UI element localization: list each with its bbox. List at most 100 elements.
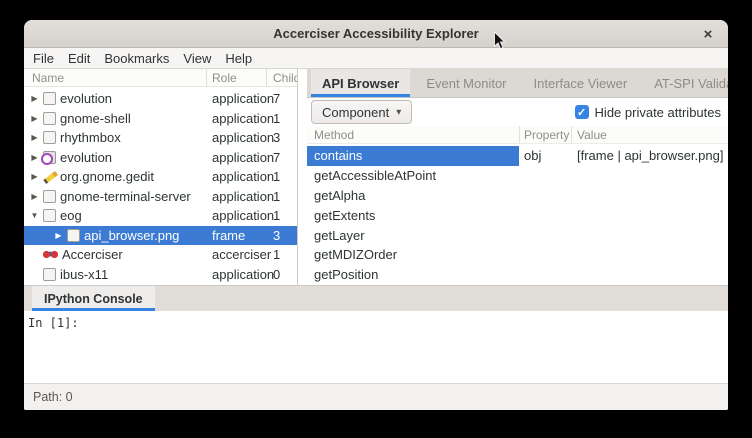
- plugin-panel: API Browser Event Monitor Interface View…: [307, 69, 728, 285]
- tree-row-children: 1: [266, 247, 297, 262]
- expander-collapsed-icon[interactable]: ▶: [52, 231, 65, 240]
- tree-row-name: ibus-x11: [60, 267, 108, 282]
- tree-row[interactable]: ibus-x11 application 0: [24, 265, 297, 285]
- expander-collapsed-icon[interactable]: ▶: [28, 133, 41, 142]
- method-row[interactable]: getExtents: [307, 205, 728, 225]
- method-name: getAccessibleAtPoint: [307, 166, 519, 186]
- column-header-name[interactable]: Name: [24, 69, 206, 86]
- blank-page-icon: [43, 209, 56, 222]
- tree-rows: ▶ evolution application 7 ▶gnome-shell ap…: [24, 87, 297, 285]
- tree-row-name: eog: [60, 208, 82, 223]
- window-title: Accerciser Accessibility Explorer: [273, 26, 478, 41]
- expander-collapsed-icon[interactable]: ▶: [28, 153, 41, 162]
- column-header-children[interactable]: Children: [266, 69, 297, 86]
- titlebar[interactable]: Accerciser Accessibility Explorer ×: [24, 20, 728, 48]
- expander-collapsed-icon[interactable]: ▶: [28, 172, 41, 181]
- tree-row-children: 7: [266, 150, 297, 165]
- method-property: [519, 265, 571, 285]
- tree-row-role: application: [206, 169, 266, 184]
- method-name: getLayer: [307, 225, 519, 245]
- statusbar-path: Path: 0: [33, 390, 73, 404]
- tree-row-role: application: [206, 111, 266, 126]
- expander-expanded-icon[interactable]: ▼: [28, 211, 41, 220]
- method-row-selected[interactable]: contains obj [frame | api_browser.png]: [307, 146, 728, 166]
- checkbox-checked-icon[interactable]: ✓: [575, 105, 589, 119]
- tab-event-monitor[interactable]: Event Monitor: [415, 69, 517, 97]
- tree-row-role: application: [206, 91, 266, 106]
- column-header-method[interactable]: Method: [307, 126, 519, 143]
- tree-row-role: application: [206, 267, 266, 282]
- tree-row[interactable]: ▶ evolution application 7: [24, 89, 297, 109]
- method-row[interactable]: getMDIZOrder: [307, 245, 728, 265]
- expander-collapsed-icon[interactable]: ▶: [28, 114, 41, 123]
- menu-file[interactable]: File: [26, 51, 61, 66]
- ipython-console-input[interactable]: In [1]:: [24, 311, 728, 383]
- tree-row-children: 0: [266, 267, 297, 282]
- tree-row-name: api_browser.png: [84, 228, 179, 243]
- tab-interface-viewer[interactable]: Interface Viewer: [523, 69, 639, 97]
- method-value: [571, 205, 728, 225]
- tab-at-spi-validator[interactable]: AT-SPI Validator: [643, 69, 728, 97]
- api-browser-toolbar: Component ▾ ✓ Hide private attributes: [307, 98, 728, 126]
- method-property: [519, 245, 571, 265]
- panel-splitter[interactable]: [298, 69, 307, 285]
- expander-collapsed-icon[interactable]: ▶: [28, 94, 41, 103]
- blank-page-icon: [43, 268, 56, 281]
- tree-row-selected[interactable]: ▶api_browser.png frame 3: [24, 226, 297, 246]
- tree-row-role: frame: [206, 228, 266, 243]
- console-tabbar: IPython Console: [24, 285, 728, 311]
- tree-row-name: evolution: [60, 150, 112, 165]
- method-row[interactable]: getLayer: [307, 225, 728, 245]
- tab-ipython-console[interactable]: IPython Console: [32, 286, 155, 311]
- menu-bookmarks[interactable]: Bookmarks: [97, 51, 176, 66]
- column-header-value[interactable]: Value: [571, 126, 728, 143]
- menu-help[interactable]: Help: [218, 51, 259, 66]
- blank-page-icon: [43, 112, 56, 125]
- method-name: getPosition: [307, 265, 519, 285]
- menu-view[interactable]: View: [176, 51, 218, 66]
- tree-row[interactable]: ▶gnome-shell application 1: [24, 109, 297, 129]
- column-header-property[interactable]: Property: [519, 126, 571, 143]
- statusbar: Path: 0: [24, 383, 728, 410]
- method-name: contains: [307, 146, 519, 166]
- tree-row-children: 1: [266, 189, 297, 204]
- blank-page-icon: [43, 92, 56, 105]
- method-row[interactable]: getPosition: [307, 265, 728, 285]
- method-value: [571, 265, 728, 285]
- hide-private-option[interactable]: ✓ Hide private attributes: [575, 105, 721, 120]
- method-row[interactable]: getAccessibleAtPoint: [307, 166, 728, 186]
- tree-row-name: rhythmbox: [60, 130, 121, 145]
- frame-icon: [67, 229, 80, 242]
- interface-dropdown-button[interactable]: Component ▾: [311, 100, 412, 124]
- tab-api-browser[interactable]: API Browser: [311, 69, 410, 97]
- chevron-down-icon: ▾: [396, 107, 401, 118]
- column-header-role[interactable]: Role: [206, 69, 266, 86]
- desktop-background: { "window": { "title": "Accerciser Acces…: [0, 0, 752, 438]
- menu-edit[interactable]: Edit: [61, 51, 97, 66]
- expander-collapsed-icon[interactable]: ▶: [28, 192, 41, 201]
- gedit-pencil-icon: [43, 170, 56, 183]
- method-property: [519, 166, 571, 186]
- tree-row-children: 7: [266, 91, 297, 106]
- accessible-tree-panel: Name Role Children ▶ evolution applicatio…: [24, 69, 298, 285]
- accerciser-window: Accerciser Accessibility Explorer × File…: [24, 20, 728, 410]
- tree-row[interactable]: ▼eog application 1: [24, 206, 297, 226]
- tree-row[interactable]: ▶rhythmbox application 3: [24, 128, 297, 148]
- tree-row[interactable]: ▶org.gnome.gedit application 1: [24, 167, 297, 187]
- method-row[interactable]: getAlpha: [307, 186, 728, 206]
- tree-row-role: accerciser: [206, 247, 266, 262]
- method-value: [frame | api_browser.png]: [571, 146, 728, 166]
- close-button[interactable]: ×: [698, 24, 718, 44]
- tree-row-children: 3: [266, 130, 297, 145]
- method-property: [519, 225, 571, 245]
- interface-dropdown-label: Component: [322, 105, 389, 120]
- console-prompt: In [1]:: [28, 316, 79, 330]
- method-property: [519, 205, 571, 225]
- tree-row-name: evolution: [60, 91, 112, 106]
- tree-row-role: application: [206, 208, 266, 223]
- tree-row-children: 1: [266, 169, 297, 184]
- tree-row[interactable]: ▶gnome-terminal-server application 1: [24, 187, 297, 207]
- tree-row[interactable]: ▶evolution application 7: [24, 148, 297, 168]
- tree-row-name: Accerciser: [62, 247, 123, 262]
- tree-row[interactable]: Accerciser accerciser 1: [24, 245, 297, 265]
